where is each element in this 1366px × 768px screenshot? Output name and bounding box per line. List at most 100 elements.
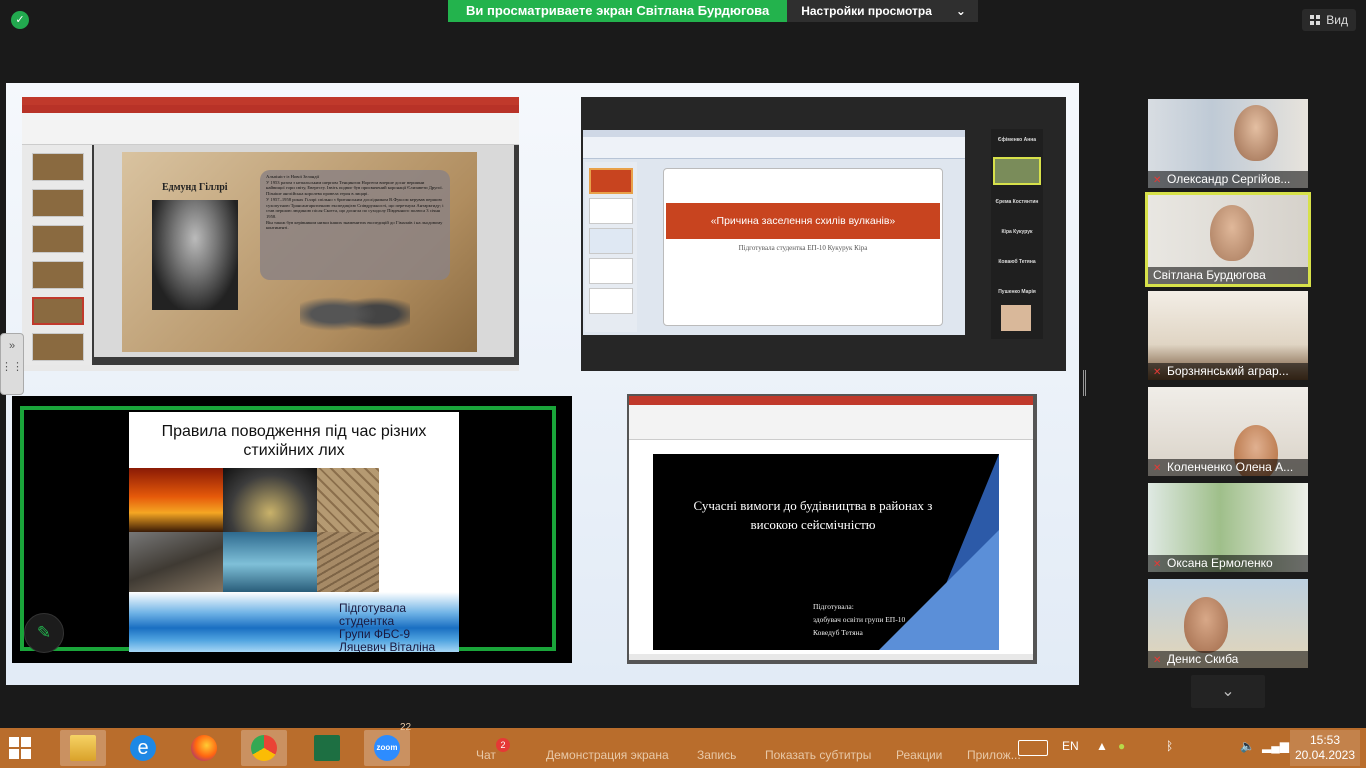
ppt-window: Сучасні вимоги до будівництва в районах … [629,396,1033,660]
slide-thumbnail[interactable] [589,198,633,224]
excel-taskbar-button[interactable] [304,730,350,766]
reactions-button[interactable]: Реакции [896,748,942,762]
bluetooth-icon[interactable]: ᛒ [1166,739,1173,753]
system-clock[interactable]: 15:53 20.04.2023 [1290,730,1360,766]
zoom-icon: zoom [374,735,400,761]
participant-tile[interactable]: ✕ Оксана Ермоленко [1148,483,1308,572]
view-options-label: Настройки просмотра [801,4,932,18]
firefox-icon [191,735,217,761]
slide-thumbnail[interactable] [32,189,84,217]
bio-line: Він також був керівником низки інших зна… [266,219,443,231]
slide-thumbnail-selected[interactable] [32,297,84,325]
slide-thumbnail[interactable] [32,153,84,181]
firefox-taskbar-button[interactable] [181,730,227,766]
slide-thumbnail-selected[interactable] [589,168,633,194]
earthquake-photo [129,532,223,596]
slide-thumbnail[interactable] [32,225,84,253]
slide-caption: Підготувала студентка Групи ФБС-9 Ляцеви… [339,602,436,653]
share-screen-button[interactable]: Демонстрация экрана [546,748,669,762]
chat-label: Чат [476,748,496,762]
subtitles-button[interactable]: Показать субтитры [765,748,871,762]
slide-thumbnail[interactable] [589,228,633,254]
shared-panel-disasters: Правила поводження під час різних стихій… [12,396,572,663]
ppt-statusbar [22,365,519,371]
slide-title: Правила поводження під час різних стихій… [161,423,427,459]
gallery-name: Єрема Костянтин [995,199,1039,205]
tornado-photo [223,468,317,532]
gallery-splitter[interactable] [1083,370,1086,396]
participant-label: ✕ Борзнянський аграр... [1148,363,1308,380]
slide-thumbnail[interactable] [32,333,84,361]
side-toolbar[interactable]: » ⋮⋮ [0,333,24,395]
expand-icon[interactable]: » [1,340,23,352]
ppt-titlebar [22,97,519,105]
participant-tile[interactable]: ✕ Коленченко Олена А... [1148,387,1308,476]
mic-muted-icon: ✕ [1153,655,1162,666]
mic-muted-icon: ✕ [1153,175,1162,186]
slide-disasters: Правила поводження під час різних стихій… [129,412,459,652]
app-tray-icon[interactable]: ● [1118,739,1125,753]
grip-icon[interactable]: ⋮⋮ [1,360,23,373]
tray-expand-icon[interactable]: ▲ [1096,739,1108,753]
gallery-name: Кіра Кукурук [1001,229,1033,235]
view-options-button[interactable]: Настройки просмотра ⌄ [787,0,978,22]
participant-label: ✕ Денис Скиба [1148,651,1308,668]
zoom-taskbar-button[interactable]: zoom [364,730,410,766]
slide-person-name: Едмунд Гіллрі [162,182,228,193]
author-line: здобувач освіти групи ЕП-10 [813,615,906,624]
volume-icon[interactable]: 🔈 [1240,739,1255,753]
participant-tile[interactable]: ✕ Денис Скиба [1148,579,1308,668]
keyboard-icon[interactable] [1018,740,1048,756]
slide-thumbnails [585,162,637,332]
file-explorer-taskbar-button[interactable] [60,730,106,766]
ppt-ribbon [22,113,519,145]
apps-button[interactable]: Прилож... [967,748,1021,762]
record-button[interactable]: Запись [697,748,736,762]
chevron-down-icon: ⌄ [955,4,966,18]
hillary-portrait [152,200,238,310]
share-banner-text: Ви просматриваете экран Світлана Бурдюго… [448,0,788,22]
shared-panel-volcanoes: «Причина заселення схилів вулканів» Підг… [581,97,1066,371]
bio-line: У 1953 разом з непальським шерпом Тенцин… [266,179,443,197]
clock-date: 20.04.2023 [1294,748,1356,762]
shared-panel-seismic: Сучасні вимоги до будівництва в районах … [627,394,1037,664]
grid-icon [1310,15,1321,25]
participant-video [1184,597,1228,653]
wildfire-photo [129,468,223,532]
slide-thumbnail[interactable] [589,288,633,314]
participant-tile[interactable]: ✕ Олександр Сергійов... [1148,99,1308,188]
windows-taskbar: 2 Чат Демонстрация экрана Запись Показат… [0,722,1366,768]
green-frame: Правила поводження під час різних стихій… [20,406,556,652]
chrome-taskbar-button[interactable] [241,730,287,766]
participant-tile[interactable]: ✕ Борзнянський аграр... [1148,291,1308,380]
cracked-earth-photo [317,532,379,596]
participant-label: ✕ Оксана Ермоленко [1148,555,1308,572]
shared-screen: Едмунд Гіллрі Альпініст із Нової Зеланді… [6,83,1079,685]
slide-seismic: Сучасні вимоги до будівництва в районах … [653,454,999,650]
view-button[interactable]: Вид [1302,9,1356,31]
slide-subtitle: Підготувала студентка ЕП-10 Кукурук Кіра [738,244,868,252]
participant-tile-active[interactable]: Світлана Бурдюгова [1145,192,1311,287]
mini-gallery: Єфіменко Анна Єрема Костянтин Кіра Кукур… [991,129,1043,339]
ppt-window: «Причина заселення схилів вулканів» Підг… [583,130,965,335]
chat-badge: 2 [496,738,510,752]
slide-title: «Причина заселення схилів вулканів» [666,203,940,239]
participant-name: Коленченко Олена А... [1167,460,1294,474]
chat-button[interactable]: 2 Чат [476,738,510,762]
tsunami-photo [223,532,317,596]
annotate-pencil-icon[interactable]: ✎ [24,613,64,653]
caption-line: Ляцевич Віталіна [339,640,436,653]
input-language[interactable]: EN [1062,739,1079,753]
gallery-scroll-down-button[interactable]: ⌄ [1191,675,1265,708]
slide-bio-box: Альпініст із Нової Зеландії У 1953 разом… [260,170,450,280]
windows-start-icon[interactable] [9,737,31,759]
slide-thumbnails [22,145,92,365]
slide-thumbnail[interactable] [589,258,633,284]
edge-taskbar-button[interactable]: e [120,730,166,766]
mic-muted-icon: ✕ [1153,367,1162,378]
security-shield-icon[interactable]: ✓ [11,11,29,29]
participant-video [1210,205,1254,261]
clock-time: 15:53 [1309,733,1341,747]
slide-thumbnail[interactable] [32,261,84,289]
network-icon[interactable]: ▂▄▆ [1262,739,1289,753]
